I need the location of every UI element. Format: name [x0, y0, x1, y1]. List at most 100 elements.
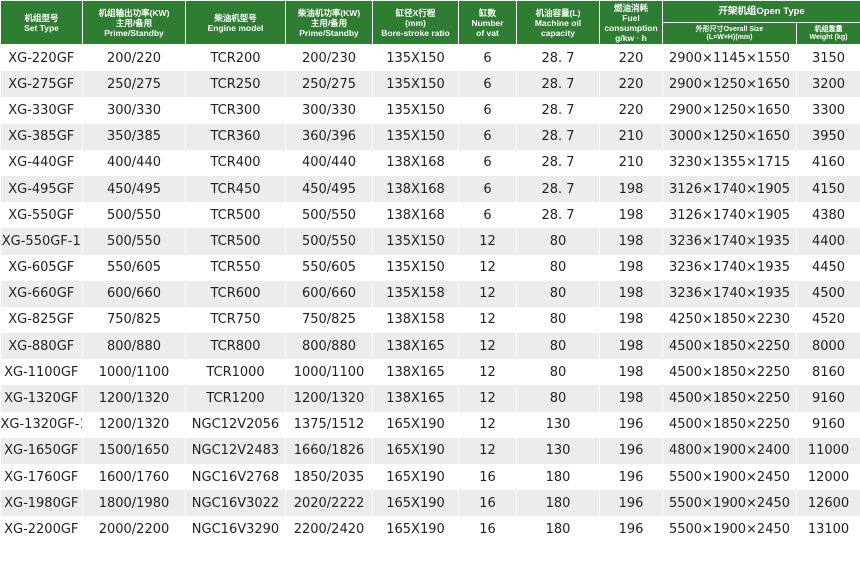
cell-bore-stroke: 165X190 [372, 490, 459, 517]
table-row: XG-440GF 400/440 TCR400 400/440 138X168 6 28. … [0, 149, 860, 176]
cell-overall-size: 2900×1250×1650 [662, 71, 797, 98]
cell-output-power: 550/605 [82, 254, 186, 281]
cell-diesel-power: 200/230 [285, 44, 373, 72]
cell-set-type: XG-275GF [0, 71, 83, 98]
cell-set-type: XG-2200GF [0, 516, 83, 543]
cell-diesel-power: 1375/1512 [285, 411, 373, 438]
table-row: XG-1100GF 1000/1100 TCR1000 1000/1100 138X16… [0, 359, 860, 386]
cell-output-power: 1600/1760 [82, 464, 186, 491]
table-row: XG-275GF 250/275 TCR250 250/275 135X150 6 28. … [0, 71, 860, 98]
cell-weight: 3200 [796, 71, 860, 98]
generator-spec-table: 机组型号 Set Type 机组输出功率(KW) 主用/备用 Prime/Standb… [0, 0, 860, 543]
cell-output-power: 450/495 [82, 175, 186, 203]
cell-oil-capacity: 28. 7 [516, 71, 600, 98]
cell-bore-stroke: 135X150 [372, 254, 459, 281]
cell-diesel-power: 600/660 [285, 280, 373, 307]
cell-fuel-consumption: 198 [599, 306, 663, 334]
cell-fuel-consumption: 220 [599, 97, 663, 124]
table-row: XG-1320GF-1 1200/1320 NGC12V2056 1375/1512 1… [0, 411, 860, 438]
cell-weight: 11000 [796, 437, 860, 464]
table-row: XG-1760GF 1600/1760 NGC16V2768 1850/2035 165… [0, 464, 860, 491]
cell-oil-capacity: 80 [516, 385, 600, 412]
cell-fuel-consumption: 198 [599, 228, 663, 255]
cell-fuel-consumption: 210 [599, 123, 663, 150]
table-row: XG-880GF 800/880 TCR800 800/880 138X165 12 80 1… [0, 333, 860, 360]
cell-diesel-power: 1660/1826 [285, 437, 373, 464]
cell-engine-model: TCR1000 [185, 359, 286, 386]
cell-set-type: XG-880GF [0, 333, 83, 360]
cell-overall-size: 4500×1850×2250 [662, 333, 797, 360]
cell-bore-stroke: 138X165 [372, 385, 459, 412]
cell-cylinders: 6 [458, 97, 517, 124]
cell-oil-capacity: 28. 7 [516, 44, 600, 72]
cell-output-power: 1000/1100 [82, 359, 186, 386]
cell-oil-capacity: 80 [516, 280, 600, 307]
cell-bore-stroke: 138X168 [372, 175, 459, 203]
cell-bore-stroke: 165X190 [372, 437, 459, 464]
cell-set-type: XG-220GF [0, 44, 83, 72]
cell-engine-model: TCR500 [185, 202, 286, 229]
cell-fuel-consumption: 198 [599, 202, 663, 229]
table-row: XG-2200GF 2000/2200 NGC16V3290 2200/2420 165… [0, 516, 860, 543]
cell-diesel-power: 250/275 [285, 71, 373, 98]
cell-diesel-power: 1000/1100 [285, 359, 373, 386]
cell-cylinders: 12 [458, 333, 517, 360]
cell-overall-size: 5500×1900×2450 [662, 490, 797, 517]
cell-output-power: 300/330 [82, 97, 186, 124]
cell-diesel-power: 400/440 [285, 149, 373, 176]
cell-oil-capacity: 130 [516, 411, 600, 438]
cell-fuel-consumption: 198 [599, 333, 663, 360]
cell-diesel-power: 1850/2035 [285, 464, 373, 491]
table-row: XG-220GF 200/220 TCR200 200/230 135X150 6 28. … [0, 44, 860, 72]
cell-bore-stroke: 135X158 [372, 280, 459, 307]
cell-diesel-power: 450/495 [285, 175, 373, 203]
cell-overall-size: 3230×1355×1715 [662, 149, 797, 176]
cell-cylinders: 6 [458, 202, 517, 229]
cell-fuel-consumption: 198 [599, 359, 663, 386]
cell-overall-size: 2900×1145×1550 [662, 44, 797, 72]
cell-output-power: 500/550 [82, 202, 186, 229]
cell-bore-stroke: 138X165 [372, 333, 459, 360]
header-cylinders: 缸数 Number of vat [458, 0, 517, 45]
cell-overall-size: 3236×1740×1935 [662, 228, 797, 255]
cell-set-type: XG-550GF [0, 202, 83, 229]
cell-engine-model: TCR250 [185, 71, 286, 98]
table-row: XG-1980GF 1800/1980 NGC16V3022 2020/2222 165… [0, 490, 860, 517]
cell-cylinders: 16 [458, 516, 517, 543]
cell-overall-size: 5500×1900×2450 [662, 516, 797, 543]
cell-overall-size: 4500×1850×2250 [662, 385, 797, 412]
header-weight: 机组重量 Weight (kg) [795, 22, 860, 45]
cell-output-power: 750/825 [82, 306, 186, 334]
table-row: XG-1650GF 1500/1650 NGC12V2483 1660/1826 165… [0, 437, 860, 464]
table-row: XG-1320GF 1200/1320 TCR1200 1200/1320 138X16… [0, 385, 860, 412]
cell-output-power: 1500/1650 [82, 437, 186, 464]
header-fuel-consumption: 燃油消耗 Fuel consumption g/kw · h [599, 0, 663, 45]
table-row: XG-825GF 750/825 TCR750 750/825 138X158 12 80 1… [0, 306, 860, 334]
cell-output-power: 500/550 [82, 228, 186, 255]
cell-set-type: XG-1760GF [0, 464, 83, 491]
cell-engine-model: TCR800 [185, 333, 286, 360]
cell-fuel-consumption: 198 [599, 385, 663, 412]
cell-overall-size: 4500×1850×2250 [662, 359, 797, 386]
cell-diesel-power: 750/825 [285, 306, 373, 334]
cell-set-type: XG-660GF [0, 280, 83, 307]
cell-output-power: 1800/1980 [82, 490, 186, 517]
cell-overall-size: 3126×1740×1905 [662, 175, 797, 203]
cell-overall-size: 3236×1740×1935 [662, 254, 797, 281]
cell-overall-size: 2900×1250×1650 [662, 97, 797, 124]
cell-oil-capacity: 80 [516, 254, 600, 281]
cell-diesel-power: 2020/2222 [285, 490, 373, 517]
cell-fuel-consumption: 196 [599, 516, 663, 543]
cell-overall-size: 4500×1850×2250 [662, 411, 797, 438]
cell-overall-size: 5500×1900×2450 [662, 464, 797, 491]
cell-fuel-consumption: 196 [599, 437, 663, 464]
cell-cylinders: 16 [458, 490, 517, 517]
cell-bore-stroke: 165X190 [372, 516, 459, 543]
cell-cylinders: 16 [458, 464, 517, 491]
cell-set-type: XG-495GF [0, 175, 83, 203]
cell-weight: 3950 [796, 123, 860, 150]
cell-engine-model: TCR360 [185, 123, 286, 150]
table-row: XG-550GF-1 500/550 TCR500 500/550 135X150 12 8… [0, 228, 860, 255]
cell-output-power: 1200/1320 [82, 411, 186, 438]
cell-bore-stroke: 138X165 [372, 359, 459, 386]
